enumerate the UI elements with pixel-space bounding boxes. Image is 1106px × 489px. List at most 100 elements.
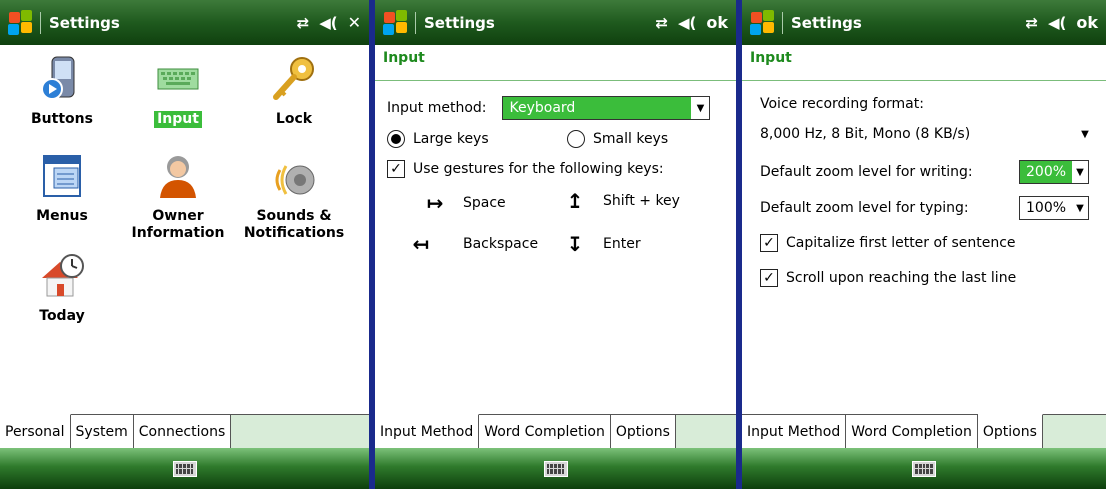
close-button[interactable]: ✕: [348, 13, 361, 32]
tab-personal[interactable]: Personal: [0, 414, 71, 449]
tab-input-method[interactable]: Input Method: [742, 415, 847, 449]
gesture-shift-label: Shift + key: [603, 193, 680, 209]
ok-button[interactable]: ok: [706, 13, 728, 32]
menus-item[interactable]: Menus: [2, 152, 122, 225]
arrow-down-icon: ↧: [566, 232, 584, 256]
owner-label: Owner Information: [131, 208, 225, 241]
zoom-typing-value: 100%: [1026, 200, 1067, 216]
input-options-panel: Settings ⇄ ◀( ok Input Voice recording f…: [742, 0, 1106, 489]
zoom-writing-label: Default zoom level for writing:: [760, 164, 973, 180]
voice-format-value: 8,000 Hz, 8 Bit, Mono (8 KB/s): [760, 126, 971, 142]
start-icon[interactable]: [383, 9, 409, 36]
window-title: Settings: [791, 13, 862, 32]
title-bar: Settings ⇄ ◀( ok: [742, 0, 1106, 45]
input-item[interactable]: Input: [118, 55, 238, 128]
soft-key-bar: [0, 448, 369, 489]
title-bar: Settings ⇄ ◀( ok: [375, 0, 736, 45]
keyboard-toggle-icon[interactable]: [912, 460, 936, 477]
input-method-value: Keyboard: [503, 97, 692, 119]
tab-options[interactable]: Options: [977, 414, 1043, 449]
checkbox[interactable]: ✓: [387, 160, 405, 178]
chevron-down-icon: ▼: [1076, 202, 1084, 214]
chevron-down-icon: ▼: [1076, 166, 1084, 178]
arrow-left-icon: ↤: [412, 232, 430, 256]
voice-format-select[interactable]: 8,000 Hz, 8 Bit, Mono (8 KB/s) ▼: [754, 122, 1094, 146]
owner-information-item[interactable]: Owner Information: [118, 152, 238, 242]
chevron-down-icon: ▼: [696, 102, 705, 114]
lock-label: Lock: [275, 111, 313, 127]
zoom-writing-value: 200%: [1020, 161, 1073, 183]
window-title: Settings: [424, 13, 495, 32]
gesture-enter: ↧ Enter: [561, 232, 641, 256]
tab-bar: Input Method Word Completion Options: [742, 414, 1106, 449]
radio-button[interactable]: [387, 130, 405, 148]
keyboard-toggle-icon[interactable]: [172, 460, 197, 477]
connectivity-icon[interactable]: ⇄: [655, 14, 668, 32]
today-label: Today: [39, 308, 85, 324]
title-bar: Settings ⇄ ◀( ✕: [0, 0, 369, 45]
buttons-label: Buttons: [31, 111, 93, 127]
volume-icon[interactable]: ◀(: [678, 14, 696, 32]
large-keys-radio[interactable]: Large keys: [387, 130, 489, 148]
soft-key-bar: [742, 448, 1106, 489]
speaker-icon: [270, 152, 318, 200]
small-keys-label: Small keys: [593, 131, 669, 147]
checkbox[interactable]: ✓: [760, 234, 778, 252]
scroll-checkbox[interactable]: ✓ Scroll upon reaching the last line: [760, 269, 1016, 287]
window-title: Settings: [49, 13, 120, 32]
page-header: Input: [750, 50, 792, 66]
settings-personal-panel: Settings ⇄ ◀( ✕ Buttons Input Lock Menus: [0, 0, 369, 489]
house-clock-icon: [38, 252, 86, 300]
input-method-label: Input method:: [387, 100, 487, 116]
tab-input-method[interactable]: Input Method: [375, 414, 480, 449]
tab-system[interactable]: System: [70, 415, 134, 449]
keyboard-icon: [154, 55, 202, 103]
ok-button[interactable]: ok: [1076, 13, 1098, 32]
tab-word-completion[interactable]: Word Completion: [479, 415, 611, 449]
menus-label: Menus: [36, 208, 88, 224]
tab-connections[interactable]: Connections: [133, 415, 232, 449]
volume-icon[interactable]: ◀(: [1048, 14, 1066, 32]
gesture-space-label: Space: [463, 195, 506, 211]
today-item[interactable]: Today: [2, 252, 122, 325]
voice-format-label: Voice recording format:: [760, 96, 924, 112]
gesture-backspace: ↤ Backspace: [407, 232, 539, 256]
tab-options[interactable]: Options: [610, 415, 676, 449]
connectivity-icon[interactable]: ⇄: [297, 14, 310, 32]
sounds-label: Sounds & Notifications: [243, 208, 345, 241]
input-method-panel: Settings ⇄ ◀( ok Input Input method: Key…: [375, 0, 736, 489]
lock-item[interactable]: Lock: [234, 55, 354, 128]
volume-icon[interactable]: ◀(: [319, 14, 337, 32]
checkbox[interactable]: ✓: [760, 269, 778, 287]
arrow-right-icon: ↦: [426, 191, 444, 215]
buttons-icon: [38, 55, 86, 103]
gesture-backspace-label: Backspace: [463, 236, 539, 252]
start-icon[interactable]: [750, 9, 776, 36]
gestures-label: Use gestures for the following keys:: [413, 161, 664, 177]
user-icon: [154, 152, 202, 200]
buttons-item[interactable]: Buttons: [2, 55, 122, 128]
tab-bar: Personal System Connections: [0, 414, 369, 449]
small-keys-radio[interactable]: Small keys: [567, 130, 668, 148]
gesture-enter-label: Enter: [603, 236, 641, 252]
arrow-up-icon: ↥: [566, 189, 584, 213]
capitalize-checkbox[interactable]: ✓ Capitalize first letter of sentence: [760, 234, 1016, 252]
radio-button[interactable]: [567, 130, 585, 148]
gestures-checkbox[interactable]: ✓ Use gestures for the following keys:: [387, 160, 664, 178]
menus-icon: [38, 152, 86, 200]
tab-word-completion[interactable]: Word Completion: [846, 415, 978, 449]
sounds-notifications-item[interactable]: Sounds & Notifications: [234, 152, 354, 242]
input-method-select[interactable]: Keyboard ▼: [502, 96, 711, 120]
zoom-writing-select[interactable]: 200% ▼: [1019, 160, 1089, 184]
soft-key-bar: [375, 448, 736, 489]
page-header: Input: [383, 50, 425, 66]
start-icon[interactable]: [8, 9, 34, 36]
tab-bar: Input Method Word Completion Options: [375, 414, 736, 449]
connectivity-icon[interactable]: ⇄: [1025, 14, 1038, 32]
gesture-shift: ↥ Shift + key: [561, 189, 680, 213]
key-icon: [270, 55, 318, 103]
zoom-typing-select[interactable]: 100% ▼: [1019, 196, 1089, 220]
chevron-down-icon: ▼: [1081, 128, 1089, 140]
keyboard-toggle-icon[interactable]: [543, 460, 568, 477]
scroll-label: Scroll upon reaching the last line: [786, 270, 1017, 286]
